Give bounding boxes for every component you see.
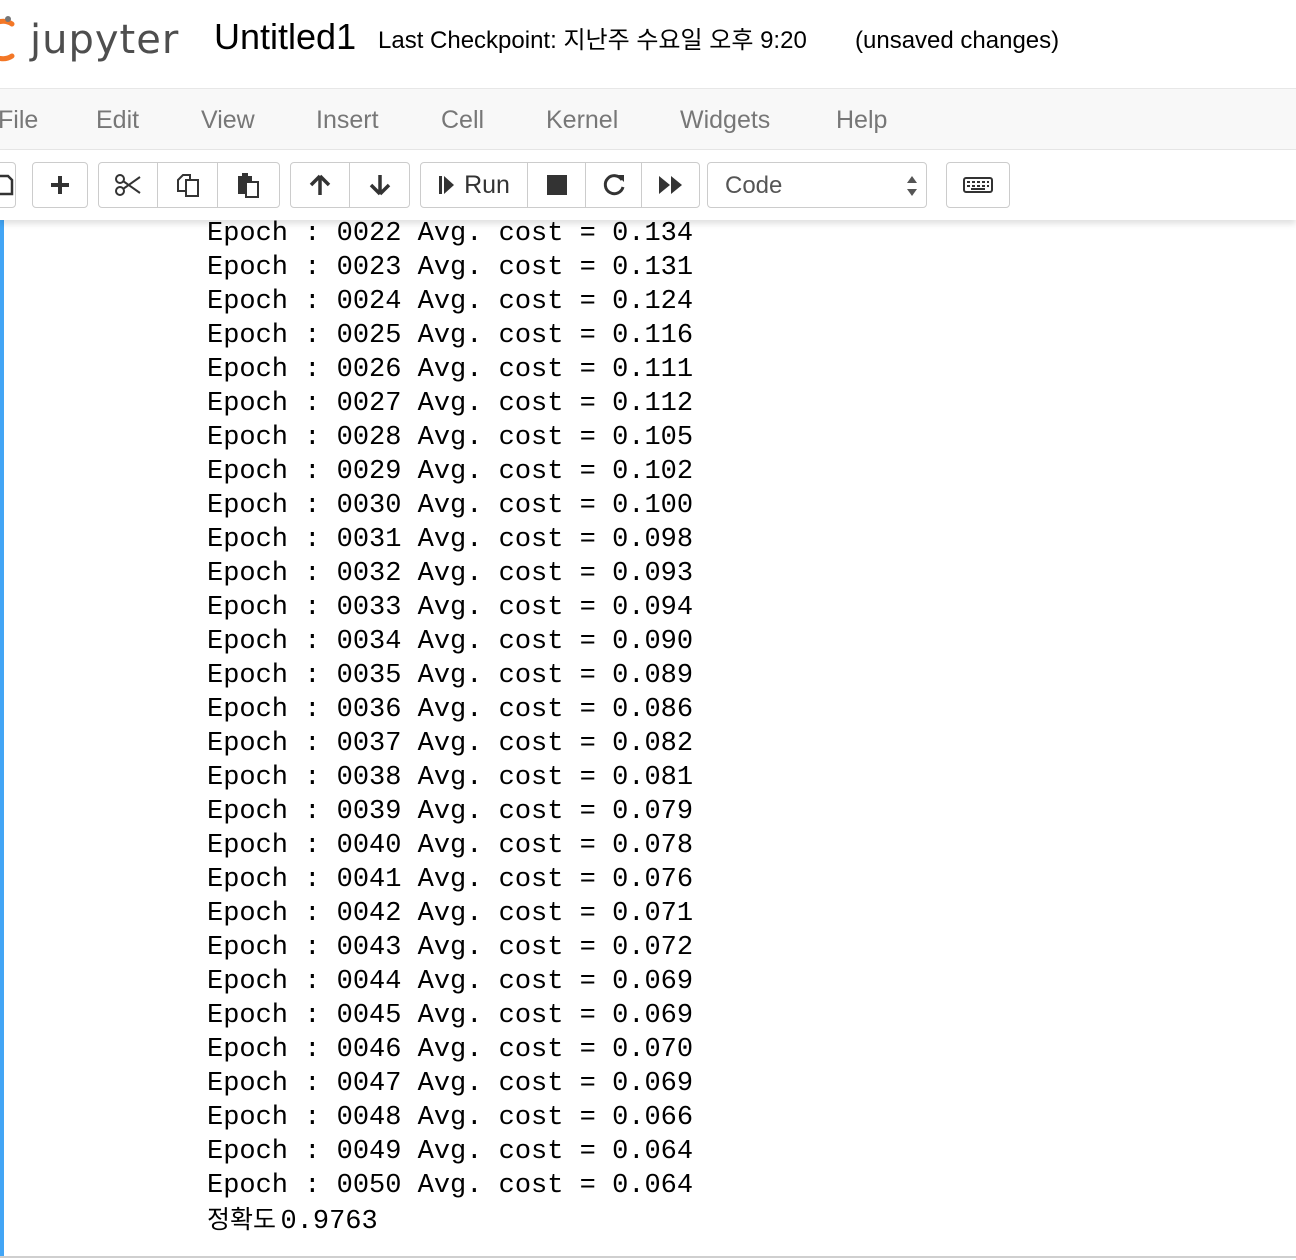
autosave-status: (unsaved changes) bbox=[855, 27, 1060, 54]
output-lines: Epoch : 0022 Avg. cost = 0.134 Epoch : 00… bbox=[207, 217, 1207, 1203]
arrow-up-icon bbox=[309, 174, 331, 195]
restart-run-all-button[interactable] bbox=[642, 163, 699, 207]
menu-view[interactable]: View bbox=[201, 105, 255, 135]
plus-icon bbox=[51, 176, 69, 194]
fast-forward-icon bbox=[658, 176, 682, 194]
toolbar: Run Code bbox=[0, 150, 1296, 220]
arrow-down-icon bbox=[369, 175, 390, 196]
step-forward-icon bbox=[439, 176, 455, 194]
output-line: Epoch : 0046 Avg. cost = 0.070 bbox=[207, 1035, 694, 1065]
accuracy-value: 0.9763 bbox=[280, 1207, 378, 1237]
output-line: Epoch : 0025 Avg. cost = 0.116 bbox=[207, 321, 694, 351]
copy-icon bbox=[176, 174, 199, 197]
last-checkpoint-text: Last Checkpoint: 지난주 수요일 오후 9:20 bbox=[378, 27, 807, 54]
run-button[interactable]: Run bbox=[421, 163, 528, 207]
move-down-button[interactable] bbox=[350, 163, 409, 207]
accuracy-label: 정확도 bbox=[207, 1205, 277, 1234]
output-line: Epoch : 0022 Avg. cost = 0.134 bbox=[207, 219, 694, 249]
save-icon bbox=[0, 174, 14, 196]
output-line: Epoch : 0024 Avg. cost = 0.124 bbox=[207, 287, 694, 317]
insert-button-group bbox=[32, 162, 88, 208]
output-line: Epoch : 0035 Avg. cost = 0.089 bbox=[207, 661, 694, 691]
output-line: Epoch : 0049 Avg. cost = 0.064 bbox=[207, 1137, 694, 1167]
output-line: Epoch : 0045 Avg. cost = 0.069 bbox=[207, 1001, 694, 1031]
command-palette-button[interactable] bbox=[947, 163, 1009, 207]
jupyter-logo-icon bbox=[0, 16, 15, 62]
keyboard-button-group bbox=[946, 162, 1010, 208]
cell-output: Epoch : 0022 Avg. cost = 0.134 Epoch : 00… bbox=[207, 217, 1207, 1237]
output-line: Epoch : 0027 Avg. cost = 0.112 bbox=[207, 389, 694, 419]
interrupt-kernel-button[interactable] bbox=[528, 163, 586, 207]
output-line: Epoch : 0044 Avg. cost = 0.069 bbox=[207, 967, 694, 997]
save-button-group bbox=[0, 162, 16, 208]
output-line: Epoch : 0032 Avg. cost = 0.093 bbox=[207, 559, 694, 589]
paste-icon bbox=[238, 173, 260, 198]
menu-edit[interactable]: Edit bbox=[96, 105, 139, 135]
select-arrows-icon bbox=[907, 176, 917, 196]
output-line: Epoch : 0041 Avg. cost = 0.076 bbox=[207, 865, 694, 895]
output-line: Epoch : 0028 Avg. cost = 0.105 bbox=[207, 423, 694, 453]
jupyter-logo[interactable]: jupyter bbox=[0, 10, 186, 70]
move-button-group bbox=[290, 162, 410, 208]
output-line: Epoch : 0042 Avg. cost = 0.071 bbox=[207, 899, 694, 929]
clipboard-button-group bbox=[98, 162, 280, 208]
notebook-header: jupyter Untitled1 Last Checkpoint: 지난주 수… bbox=[0, 0, 1296, 88]
menu-insert[interactable]: Insert bbox=[316, 105, 379, 135]
run-button-group: Run bbox=[420, 162, 700, 208]
stop-icon bbox=[546, 175, 567, 195]
refresh-icon bbox=[603, 174, 624, 196]
cell-bottom-border bbox=[0, 1256, 1296, 1258]
notebook-name[interactable]: Untitled1 bbox=[214, 16, 356, 58]
keyboard-icon bbox=[963, 177, 993, 193]
cut-button[interactable] bbox=[99, 163, 159, 207]
scissors-icon bbox=[115, 174, 141, 196]
menu-cell[interactable]: Cell bbox=[441, 105, 484, 135]
output-line: Epoch : 0040 Avg. cost = 0.078 bbox=[207, 831, 694, 861]
menu-file[interactable]: File bbox=[0, 105, 38, 135]
menu-help[interactable]: Help bbox=[836, 105, 887, 135]
output-line: Epoch : 0050 Avg. cost = 0.064 bbox=[207, 1171, 694, 1201]
output-line: Epoch : 0037 Avg. cost = 0.082 bbox=[207, 729, 694, 759]
output-line: Epoch : 0023 Avg. cost = 0.131 bbox=[207, 253, 694, 283]
output-line: Epoch : 0026 Avg. cost = 0.111 bbox=[207, 355, 694, 385]
accuracy-output-line: 정확도 0.9763 bbox=[207, 1203, 1207, 1237]
paste-button[interactable] bbox=[218, 163, 279, 207]
output-line: Epoch : 0033 Avg. cost = 0.094 bbox=[207, 593, 694, 623]
move-up-button[interactable] bbox=[291, 163, 351, 207]
output-line: Epoch : 0030 Avg. cost = 0.100 bbox=[207, 491, 694, 521]
output-line: Epoch : 0031 Avg. cost = 0.098 bbox=[207, 525, 694, 555]
jupyter-notebook-window: jupyter Untitled1 Last Checkpoint: 지난주 수… bbox=[0, 0, 1296, 1260]
save-button[interactable] bbox=[0, 163, 15, 207]
output-line: Epoch : 0047 Avg. cost = 0.069 bbox=[207, 1069, 694, 1099]
output-line: Epoch : 0038 Avg. cost = 0.081 bbox=[207, 763, 694, 793]
menubar: File Edit View Insert Cell Kernel Widget… bbox=[0, 88, 1296, 150]
jupyter-logo-text: jupyter bbox=[30, 17, 180, 63]
copy-button[interactable] bbox=[158, 163, 218, 207]
menu-kernel[interactable]: Kernel bbox=[546, 105, 618, 135]
output-line: Epoch : 0039 Avg. cost = 0.079 bbox=[207, 797, 694, 827]
output-line: Epoch : 0048 Avg. cost = 0.066 bbox=[207, 1103, 694, 1133]
insert-cell-button[interactable] bbox=[33, 163, 87, 207]
cell-type-select[interactable]: Code bbox=[707, 162, 927, 208]
output-line: Epoch : 0034 Avg. cost = 0.090 bbox=[207, 627, 694, 657]
menu-widgets[interactable]: Widgets bbox=[680, 105, 770, 135]
notebook-area[interactable]: Epoch : 0022 Avg. cost = 0.134 Epoch : 00… bbox=[0, 217, 1296, 1260]
restart-kernel-button[interactable] bbox=[586, 163, 642, 207]
output-line: Epoch : 0036 Avg. cost = 0.086 bbox=[207, 695, 694, 725]
output-line: Epoch : 0029 Avg. cost = 0.102 bbox=[207, 457, 694, 487]
selected-cell-indicator bbox=[0, 220, 4, 1258]
cell-type-value: Code bbox=[725, 172, 783, 199]
run-label: Run bbox=[464, 171, 510, 199]
output-line: Epoch : 0043 Avg. cost = 0.072 bbox=[207, 933, 694, 963]
